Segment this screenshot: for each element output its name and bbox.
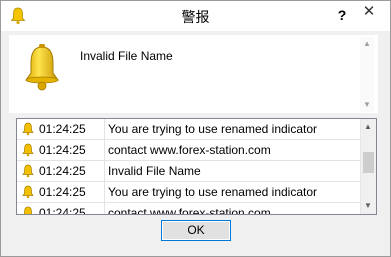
column-divider <box>104 203 105 214</box>
bell-icon <box>22 143 34 157</box>
close-button[interactable]: ✕ <box>352 2 386 22</box>
scroll-down-icon[interactable]: ▼ <box>360 98 374 112</box>
message-scrollbar[interactable]: ▲ ▼ <box>360 37 374 112</box>
list-item[interactable]: 01:24:25 Invalid File Name <box>17 161 360 182</box>
log-scrollbar[interactable]: ▲ ▼ <box>360 119 376 214</box>
alert-text: contact www.forex-station.com <box>108 206 271 215</box>
list-item[interactable]: 01:24:25 You are trying to use renamed i… <box>17 119 360 140</box>
scroll-up-icon[interactable]: ▲ <box>360 37 374 51</box>
list-item[interactable]: 01:24:25 You are trying to use renamed i… <box>17 182 360 203</box>
list-item[interactable]: 01:24:25 contact www.forex-station.com <box>17 140 360 161</box>
column-divider <box>104 161 105 181</box>
alert-time: 01:24:25 <box>39 164 86 178</box>
alert-log-list[interactable]: 01:24:25 You are trying to use renamed i… <box>16 118 377 215</box>
message-pane: Invalid File Name <box>9 35 378 113</box>
bell-icon <box>22 164 34 178</box>
alert-time: 01:24:25 <box>39 122 86 136</box>
alert-text: You are trying to use renamed indicator <box>108 185 318 199</box>
alert-time: 01:24:25 <box>39 185 86 199</box>
bell-icon <box>22 122 34 136</box>
help-button[interactable]: ? <box>332 5 352 25</box>
ok-button[interactable]: OK <box>161 220 231 241</box>
bell-icon <box>22 185 34 199</box>
scroll-up-icon[interactable]: ▲ <box>361 120 375 134</box>
column-divider <box>104 140 105 160</box>
alert-window: 警报 ? ✕ Invalid File Name ▲ ▼ 01:24:25 Yo… <box>0 0 391 257</box>
alert-text: You are trying to use renamed indicator <box>108 122 318 136</box>
alert-time: 01:24:25 <box>39 143 86 157</box>
scrollbar-thumb[interactable] <box>363 152 374 173</box>
alert-message: Invalid File Name <box>80 49 173 63</box>
bell-icon <box>25 44 59 91</box>
column-divider <box>104 119 105 139</box>
list-item[interactable]: 01:24:25 contact www.forex-station.com <box>17 203 360 215</box>
alert-text: Invalid File Name <box>108 164 201 178</box>
alert-time: 01:24:25 <box>39 206 86 215</box>
column-divider <box>104 182 105 202</box>
alert-text: contact www.forex-station.com <box>108 143 271 157</box>
titlebar: 警报 ? ✕ <box>1 1 390 31</box>
bell-icon <box>24 206 32 214</box>
scroll-down-icon[interactable]: ▼ <box>361 199 375 213</box>
